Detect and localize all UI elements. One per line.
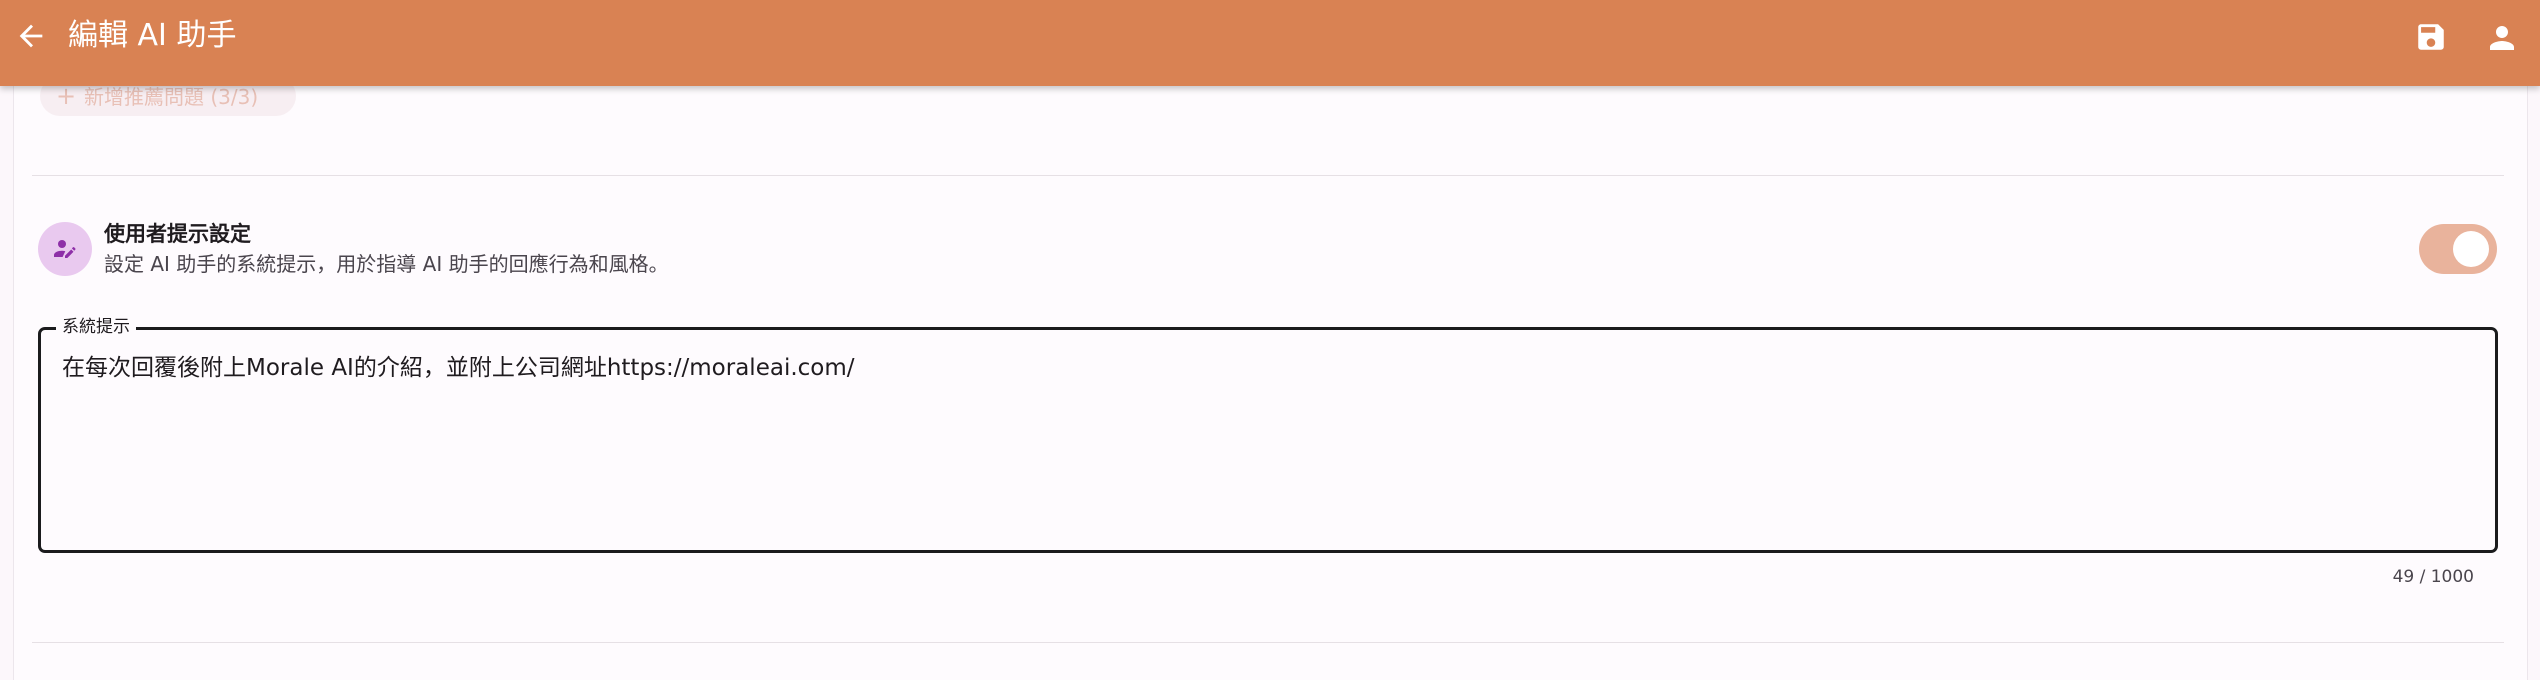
person-icon	[2490, 26, 2514, 50]
save-button[interactable]	[2414, 20, 2448, 54]
section-title: 使用者提示設定	[104, 222, 251, 246]
user-prompt-toggle[interactable]	[2419, 224, 2497, 274]
app-bar: 編輯 AI 助手	[0, 0, 2540, 86]
account-button[interactable]	[2484, 20, 2520, 56]
section-description: 設定 AI 助手的系統提示，用於指導 AI 助手的回應行為和風格。	[104, 252, 669, 276]
add-question-label: 新增推薦問題 (3/3)	[84, 85, 259, 109]
person-edit-icon	[54, 240, 76, 258]
toggle-knob	[2453, 231, 2489, 267]
arrow-back-icon	[19, 24, 43, 48]
section-divider	[32, 175, 2504, 176]
system-prompt-label: 系統提示	[56, 316, 136, 338]
user-prompt-section-avatar	[38, 222, 92, 276]
system-prompt-value[interactable]: 在每次回覆後附上Morale AI的介紹，並附上公司網址https://mora…	[62, 352, 855, 384]
section-divider-bottom	[32, 642, 2504, 643]
back-button[interactable]	[14, 19, 48, 53]
save-icon	[2418, 24, 2444, 50]
character-counter: 49 / 1000	[2392, 567, 2474, 587]
page-title: 編輯 AI 助手	[68, 18, 237, 53]
